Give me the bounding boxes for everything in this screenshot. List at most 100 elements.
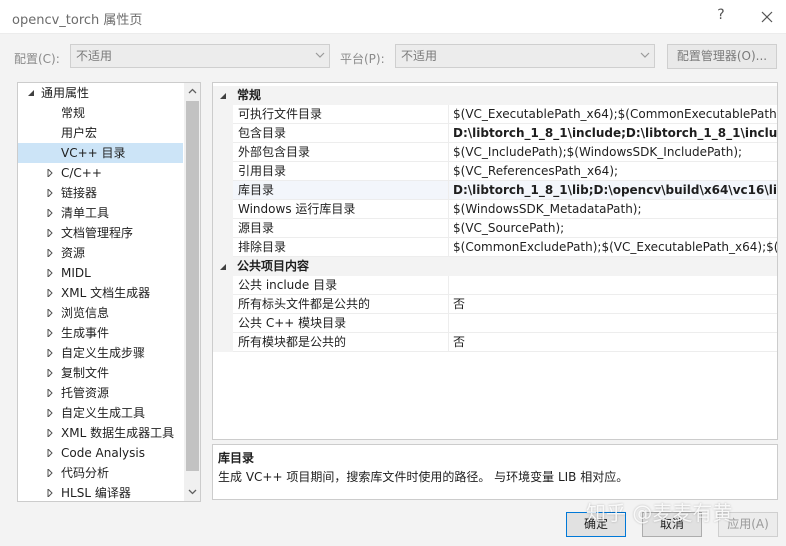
help-button[interactable]: ?: [712, 7, 730, 27]
triangle-collapsed-icon[interactable]: [46, 389, 54, 397]
tree-item[interactable]: VC++ 目录: [18, 143, 183, 163]
property-value[interactable]: D:\libtorch_1_8_1\lib;D:\opencv\build\x6…: [449, 181, 777, 200]
property-name: 源目录: [233, 219, 449, 238]
property-value[interactable]: $(VC_ReferencesPath_x64);: [449, 162, 777, 181]
triangle-collapsed-icon[interactable]: [46, 329, 54, 337]
property-value[interactable]: [449, 276, 777, 295]
property-value[interactable]: $(VC_SourcePath);: [449, 219, 777, 238]
property-row[interactable]: 外部包含目录 $(VC_IncludePath);$(WindowsSDK_Inc…: [213, 143, 777, 162]
triangle-collapsed-icon[interactable]: [46, 369, 54, 377]
property-row[interactable]: 可执行文件目录 $(VC_ExecutablePath_x64);$(Common…: [213, 105, 777, 124]
property-tree: 通用属性常规用户宏 VC++ 目录 C/C++ 链接器 清单工具 文档管理程序 资源 MIDL…: [17, 82, 201, 502]
triangle-expanded-icon[interactable]: [219, 263, 227, 271]
scroll-down-icon[interactable]: [188, 487, 197, 496]
tree-item[interactable]: 资源: [18, 243, 183, 263]
cancel-button[interactable]: 取消: [642, 512, 702, 537]
property-row[interactable]: 包含目录 D:\libtorch_1_8_1\include;D:\libtorc…: [213, 124, 777, 143]
scrollbar-thumb[interactable]: [186, 101, 199, 471]
triangle-collapsed-icon[interactable]: [46, 309, 54, 317]
tree-item[interactable]: 复制文件: [18, 363, 183, 383]
tree-item[interactable]: 浏览信息: [18, 303, 183, 323]
property-value[interactable]: D:\libtorch_1_8_1\include;D:\libtorch_1_…: [449, 124, 777, 143]
triangle-collapsed-icon[interactable]: [46, 209, 54, 217]
property-value[interactable]: $(VC_ExecutablePath_x64);$(CommonExecuta…: [449, 105, 777, 124]
property-row[interactable]: Windows 运行库目录 $(WindowsSDK_MetadataPath);: [213, 200, 777, 219]
property-value[interactable]: $(VC_IncludePath);$(WindowsSDK_IncludePa…: [449, 143, 777, 162]
tree-item-label: 代码分析: [61, 466, 110, 480]
property-name: 可执行文件目录: [233, 105, 449, 124]
platform-value: 不适用: [401, 49, 438, 63]
tree-item[interactable]: 自定义生成步骤: [18, 343, 183, 363]
property-name: 库目录: [233, 181, 449, 200]
triangle-expanded-icon[interactable]: [219, 92, 227, 100]
tree-item[interactable]: HLSL 编译器: [18, 483, 183, 501]
tree-item-label: 常规: [61, 106, 86, 120]
row-gutter: [213, 105, 233, 124]
triangle-collapsed-icon[interactable]: [46, 249, 54, 257]
triangle-expanded-icon[interactable]: [27, 89, 35, 97]
triangle-collapsed-icon[interactable]: [46, 169, 54, 177]
tree-item-label: XML 数据生成器工具: [61, 426, 175, 440]
property-value[interactable]: [449, 314, 777, 333]
property-name: 所有模块都是公共的: [233, 333, 449, 352]
property-row[interactable]: 所有标头文件都是公共的否: [213, 295, 777, 314]
configuration-label: 配置(C):: [14, 52, 60, 66]
row-gutter: [213, 143, 233, 162]
configuration-manager-button[interactable]: 配置管理器(O)...: [667, 44, 777, 69]
tree-item[interactable]: 常规: [18, 103, 183, 123]
tree-item[interactable]: 自定义生成工具: [18, 403, 183, 423]
category-header[interactable]: 公共项目内容: [213, 257, 777, 276]
property-row[interactable]: 引用目录 $(VC_ReferencesPath_x64);: [213, 162, 777, 181]
tree-item[interactable]: 链接器: [18, 183, 183, 203]
tree-item-label: XML 文档生成器: [61, 286, 151, 300]
title-bar: opencv_torch 属性页 ?: [0, 0, 786, 34]
close-icon: [761, 11, 773, 23]
tree-item[interactable]: XML 数据生成器工具: [18, 423, 183, 443]
triangle-collapsed-icon[interactable]: [46, 469, 54, 477]
tree-item[interactable]: 代码分析: [18, 463, 183, 483]
tree-item[interactable]: MIDL: [18, 263, 183, 283]
tree-item[interactable]: Code Analysis: [18, 443, 183, 463]
property-row[interactable]: 源目录 $(VC_SourcePath);: [213, 219, 777, 238]
tree-item[interactable]: 用户宏: [18, 123, 183, 143]
property-value[interactable]: $(CommonExcludePath);$(VC_ExecutablePath…: [449, 238, 777, 257]
category-header[interactable]: 常规: [213, 86, 777, 105]
triangle-collapsed-icon[interactable]: [46, 229, 54, 237]
triangle-collapsed-icon[interactable]: [46, 349, 54, 357]
triangle-collapsed-icon[interactable]: [46, 289, 54, 297]
property-value[interactable]: $(WindowsSDK_MetadataPath);: [449, 200, 777, 219]
triangle-collapsed-icon[interactable]: [46, 409, 54, 417]
tree-item[interactable]: 生成事件: [18, 323, 183, 343]
property-name: 包含目录: [233, 124, 449, 143]
property-row[interactable]: 公共 C++ 模块目录: [213, 314, 777, 333]
triangle-collapsed-icon[interactable]: [46, 489, 54, 497]
triangle-collapsed-icon[interactable]: [46, 429, 54, 437]
row-gutter: [213, 333, 233, 352]
tree-item[interactable]: 托管资源: [18, 383, 183, 403]
tree-item-label: C/C++: [61, 166, 102, 180]
property-row[interactable]: 公共 include 目录: [213, 276, 777, 295]
property-value[interactable]: 否: [449, 333, 777, 352]
triangle-collapsed-icon[interactable]: [46, 449, 54, 457]
tree-item[interactable]: XML 文档生成器: [18, 283, 183, 303]
configuration-dropdown[interactable]: 不适用: [70, 44, 330, 68]
platform-dropdown[interactable]: 不适用: [395, 44, 655, 68]
triangle-collapsed-icon[interactable]: [46, 269, 54, 277]
property-value[interactable]: 否: [449, 295, 777, 314]
triangle-collapsed-icon[interactable]: [46, 189, 54, 197]
property-row[interactable]: 库目录 D:\libtorch_1_8_1\lib;D:\opencv\build…: [213, 181, 777, 200]
tree-item[interactable]: 通用属性: [18, 83, 183, 103]
property-row[interactable]: 所有模块都是公共的否: [213, 333, 777, 352]
configuration-value: 不适用: [76, 49, 113, 63]
scroll-up-icon[interactable]: [188, 87, 197, 96]
tree-scrollbar[interactable]: [184, 83, 200, 501]
tree-item[interactable]: 文档管理程序: [18, 223, 183, 243]
description-panel: 库目录 生成 VC++ 项目期间，搜索库文件时使用的路径。 与环境变量 LIB …: [212, 444, 778, 500]
tree-item[interactable]: 清单工具: [18, 203, 183, 223]
property-name: 公共 include 目录: [233, 276, 449, 295]
ok-button[interactable]: 确定: [566, 512, 626, 537]
apply-button[interactable]: 应用(A): [718, 512, 778, 537]
property-row[interactable]: 排除目录 $(CommonExcludePath);$(VC_Executable…: [213, 238, 777, 257]
close-button[interactable]: [752, 4, 782, 30]
tree-item[interactable]: C/C++: [18, 163, 183, 183]
